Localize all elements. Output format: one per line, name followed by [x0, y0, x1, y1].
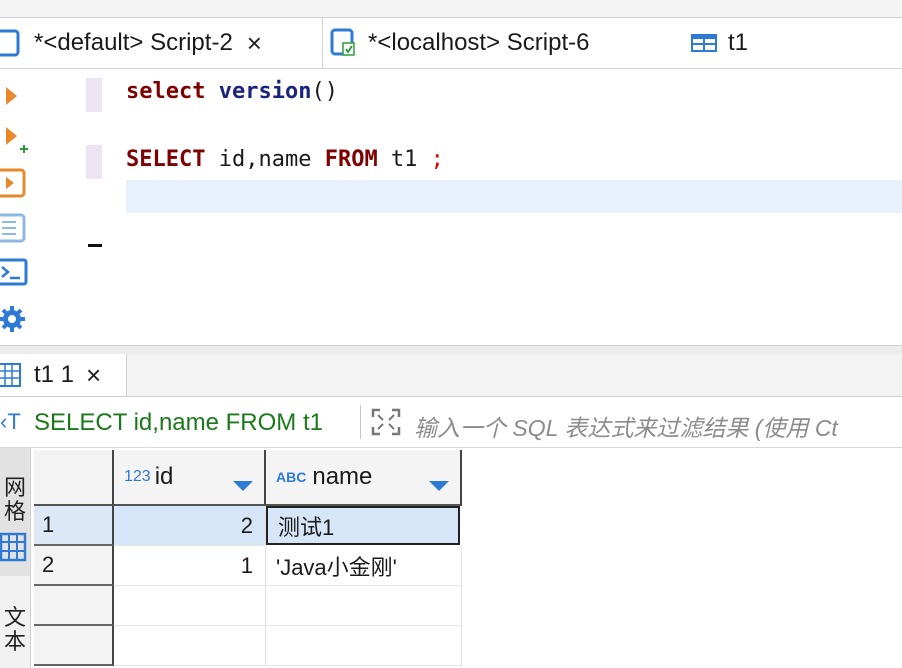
query-label[interactable]: SELECT id,name FROM t1 [34, 409, 323, 437]
side-tab-text-label: 文本 [3, 605, 26, 654]
row-number-empty [34, 586, 114, 626]
filter-bar: ‹T SELECT id,name FROM t1 输入一个 SQL 表达式来过… [0, 397, 902, 448]
close-icon[interactable]: × [247, 30, 262, 56]
empty-cell [266, 586, 462, 626]
tab-label: t1 1 [34, 361, 75, 388]
column-name: name [312, 463, 373, 490]
top-toolbar-strip [0, 0, 902, 18]
sql-keyword: FROM [324, 147, 378, 172]
row-number-empty [34, 626, 114, 666]
execute-new-tab-icon[interactable] [0, 127, 30, 160]
side-tab-grid-label: 网格 [3, 475, 26, 524]
side-tab-text[interactable]: 文本 [0, 580, 30, 668]
code-line-2[interactable]: SELECT id,name FROM t1 ; [126, 147, 444, 173]
close-icon[interactable]: × [86, 362, 101, 388]
sql-text: () [311, 79, 338, 104]
dropdown-arrow-icon[interactable] [232, 472, 254, 498]
editor-tab-bar: *<default> Script-2 × *<localhost> Scrip… [0, 18, 902, 69]
filter-input[interactable]: 输入一个 SQL 表达式来过滤结果 (使用 Ct [414, 409, 838, 443]
console-icon[interactable] [0, 257, 28, 292]
expand-icon[interactable] [370, 407, 402, 442]
code-line-1[interactable]: select version() [126, 79, 338, 105]
execute-icon[interactable] [0, 85, 20, 112]
dropdown-arrow-icon[interactable] [428, 472, 450, 498]
tab-script-2[interactable]: *<default> Script-2 × [0, 18, 323, 68]
grid-corner [34, 450, 114, 506]
tab-script-6[interactable]: *<localhost> Script-6 [330, 18, 589, 68]
statement-marker [86, 145, 102, 179]
column-name: id [154, 463, 174, 490]
side-tab-grid[interactable]: 网格 [0, 448, 30, 576]
empty-cell [114, 586, 266, 626]
sql-function: version [218, 79, 312, 104]
sql-text: id,name [205, 147, 325, 172]
column-header-id[interactable]: 123 id [114, 450, 266, 506]
tab-label: *<default> Script-2 [34, 29, 233, 56]
script-icon [0, 29, 22, 57]
result-view-switcher: 网格 文本 [0, 448, 31, 668]
row-number[interactable]: 1 [34, 506, 114, 546]
tab-table-t1[interactable]: t1 [690, 18, 748, 68]
empty-cell [266, 626, 462, 666]
script-connected-icon [330, 27, 358, 59]
sql-keyword: select [126, 79, 206, 104]
statement-marker [86, 78, 102, 112]
sql-text: t1 [377, 147, 431, 172]
type-badge: 123 [124, 468, 151, 485]
table-cell-id[interactable]: 1 [114, 546, 266, 586]
table-icon [690, 32, 718, 54]
tab-label: *<localhost> Script-6 [368, 29, 590, 56]
settings-icon[interactable] [0, 303, 28, 340]
sql-text-icon: ‹T [0, 409, 21, 434]
table-icon [0, 361, 26, 389]
sql-semicolon: ; [430, 147, 444, 172]
current-line-highlight [126, 180, 902, 213]
result-grid: 123 id ABC name 1 2 测试1 2 1 'Java小金刚' [34, 450, 902, 668]
tab-result-t1[interactable]: t1 1 × [0, 354, 127, 396]
divider [360, 405, 361, 439]
column-header-name[interactable]: ABC name [266, 450, 462, 506]
tab-label: t1 [728, 29, 749, 56]
row-number[interactable]: 2 [34, 546, 114, 586]
table-cell-id[interactable]: 2 [114, 506, 266, 546]
explain-icon[interactable] [0, 212, 28, 249]
table-cell-name-selected[interactable]: 测试1 [266, 506, 460, 545]
grid-icon [0, 532, 28, 569]
table-cell-name[interactable]: 'Java小金刚' [266, 546, 462, 586]
text-cursor [88, 244, 102, 247]
result-tab-bar: t1 1 × [0, 354, 902, 397]
editor-side-toolbar [0, 69, 30, 345]
type-badge: ABC [276, 469, 307, 485]
empty-cell [114, 626, 266, 666]
sql-keyword: SELECT [126, 147, 206, 172]
execute-script-icon[interactable] [0, 167, 28, 204]
